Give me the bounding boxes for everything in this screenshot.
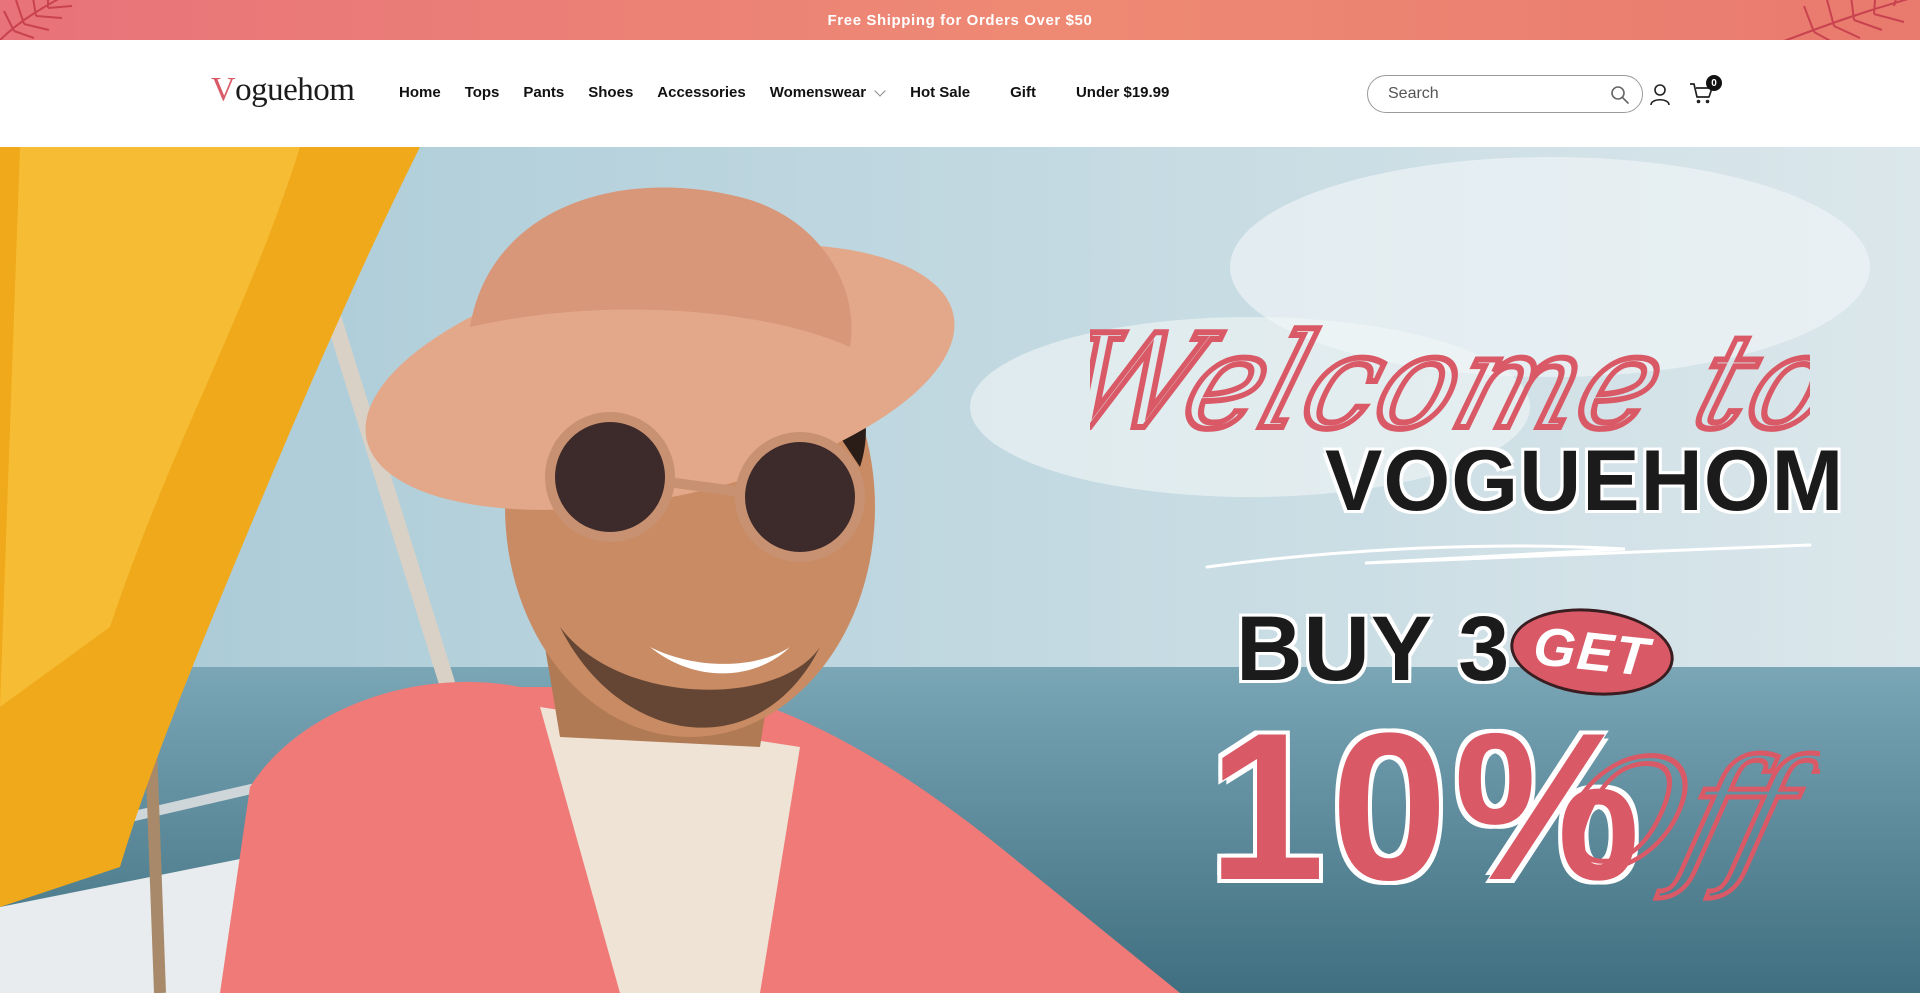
- announcement-bar: Free Shipping for Orders Over $50: [0, 0, 1920, 40]
- nav-item-hot-sale[interactable]: Hot Sale: [910, 84, 970, 101]
- hero-brand-name: VOGUEHOM: [1325, 433, 1845, 529]
- site-header: Voguehom Home Tops Pants Shoes Accessori…: [0, 40, 1920, 147]
- cart-count-badge: 0: [1706, 75, 1722, 91]
- nav-item-home[interactable]: Home: [399, 84, 441, 101]
- off-script: Off: [1580, 726, 1820, 905]
- brand-logo[interactable]: Voguehom: [211, 71, 355, 109]
- search-input[interactable]: [1388, 85, 1598, 103]
- logo-text: oguehom: [235, 72, 355, 108]
- chevron-down-icon: [874, 84, 886, 97]
- nav-item-womenswear-label: Womenswear: [769, 84, 867, 101]
- svg-text:Off: Off: [1580, 728, 1820, 902]
- hero-buy-text: BUY 3: [1236, 598, 1511, 700]
- main-nav: Home Tops Pants Shoes Accessories Womens…: [399, 84, 1169, 101]
- announcement-text: Free Shipping for Orders Over $50: [827, 11, 1093, 29]
- account-icon[interactable]: [1648, 82, 1672, 106]
- nav-item-shoes[interactable]: Shoes: [588, 84, 633, 101]
- search-box: [1367, 75, 1643, 113]
- logo-initial: V: [211, 71, 236, 108]
- tropical-leaf-icon: [0, 0, 73, 40]
- tropical-leaf-icon: [1783, 0, 1909, 40]
- nav-item-gift[interactable]: Gift: [1010, 84, 1036, 101]
- nav-item-accessories[interactable]: Accessories: [657, 84, 745, 101]
- nav-item-womenswear[interactable]: Womenswear: [769, 84, 886, 101]
- hero-banner[interactable]: Welcome to VOGUEHOM BUY 3 GET 10% Off: [0, 147, 1920, 993]
- brush-stroke-divider: [1205, 543, 1812, 569]
- nav-item-pants[interactable]: Pants: [523, 84, 564, 101]
- search-icon[interactable]: [1610, 85, 1630, 105]
- get-badge-text: GET: [1530, 616, 1654, 688]
- nav-item-tops[interactable]: Tops: [465, 84, 500, 101]
- nav-item-under-19-99[interactable]: Under $19.99: [1076, 84, 1169, 101]
